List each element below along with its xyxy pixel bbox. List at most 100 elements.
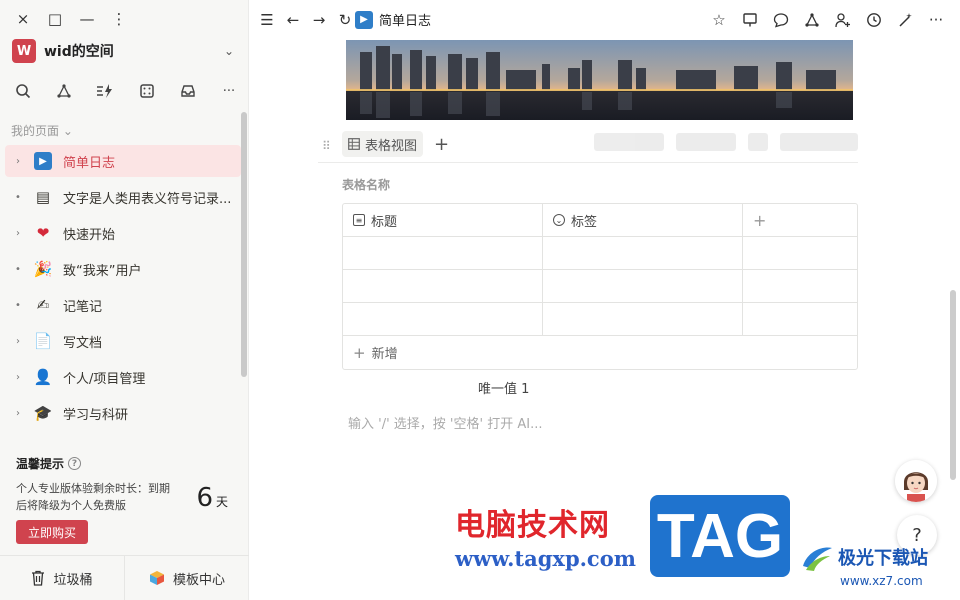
text-field-icon: ≡ bbox=[353, 214, 365, 226]
assistant-avatar[interactable] bbox=[895, 460, 937, 502]
days-unit: 天 bbox=[215, 495, 228, 509]
sidebar-item-to-users[interactable]: • 🎉 致“我来”用户 bbox=[5, 253, 241, 285]
chevron-down-icon: ⌄ bbox=[223, 44, 234, 58]
magic-icon[interactable] bbox=[895, 10, 915, 30]
view-tab-label: 表格视图 bbox=[365, 138, 418, 154]
templates-button[interactable]: 模板中心 bbox=[125, 556, 249, 600]
more-icon[interactable]: ··· bbox=[926, 10, 946, 30]
jiguang-url: www.xz7.com bbox=[840, 574, 923, 588]
graph-icon[interactable] bbox=[802, 10, 822, 30]
refresh-icon[interactable]: ↻ bbox=[336, 10, 354, 30]
trash-button[interactable]: 垃圾桶 bbox=[0, 556, 125, 600]
days-number: 6 bbox=[196, 483, 213, 513]
section-my-pages[interactable]: 我的页面 ⌄ bbox=[11, 122, 73, 139]
close-icon[interactable]: × bbox=[14, 10, 32, 28]
table-cell[interactable] bbox=[343, 303, 543, 335]
sidebar-item-label: 文字是人类用表义符号记录... bbox=[63, 191, 232, 207]
jiguang-logo: 极光下载站 bbox=[800, 542, 928, 572]
jiguang-icon bbox=[803, 547, 832, 571]
menu-icon[interactable]: ☰ bbox=[258, 10, 276, 30]
sidebar-item-quick-start[interactable]: › ❤ 快速开始 bbox=[5, 217, 241, 249]
table-name[interactable]: 表格名称 bbox=[342, 176, 390, 193]
expand-icon[interactable]: › bbox=[11, 228, 25, 239]
play-icon: ▶ bbox=[355, 10, 373, 29]
sidebar-item-project[interactable]: › 👤 个人/项目管理 bbox=[5, 361, 241, 393]
back-icon[interactable]: ← bbox=[284, 10, 302, 30]
table-cell[interactable] bbox=[743, 270, 857, 302]
share-user-icon[interactable] bbox=[833, 10, 853, 30]
main-scrollbar[interactable] bbox=[950, 290, 956, 480]
select-field-icon: ⌄ bbox=[553, 214, 565, 226]
more-icon[interactable]: ··· bbox=[218, 80, 240, 102]
workspace-switcher[interactable]: W wid的空间 ⌄ bbox=[12, 38, 234, 64]
breadcrumb-title: 简单日志 bbox=[379, 14, 432, 29]
table-cell[interactable] bbox=[343, 270, 543, 302]
expand-icon[interactable]: › bbox=[11, 336, 25, 347]
more-vertical-icon[interactable]: ⋮ bbox=[110, 10, 128, 28]
history-icon[interactable] bbox=[864, 10, 884, 30]
column-header-title[interactable]: ≡ 标题 bbox=[343, 204, 543, 236]
breadcrumb[interactable]: ▶ 简单日志 bbox=[355, 10, 431, 29]
tab-table-view[interactable]: 表格视图 bbox=[342, 131, 424, 157]
table-cell[interactable] bbox=[743, 237, 857, 269]
writing-hand-icon: ✍ bbox=[36, 296, 50, 314]
assistant-face-icon bbox=[895, 460, 937, 502]
faded-tool bbox=[594, 133, 664, 151]
star-icon[interactable]: ☆ bbox=[709, 10, 729, 30]
sidebar-item-label: 快速开始 bbox=[63, 227, 116, 243]
sidebar-item-study[interactable]: › 🎓 学习与科研 bbox=[5, 397, 241, 429]
play-icon: ▶ bbox=[31, 150, 55, 172]
dice-icon[interactable] bbox=[136, 80, 158, 102]
sidebar-item-label: 致“我来”用户 bbox=[63, 263, 142, 279]
table-row bbox=[343, 237, 857, 270]
inbox-icon[interactable] bbox=[177, 80, 199, 102]
topbar-actions: ☆ ··· bbox=[709, 10, 946, 30]
graduation-cap-icon: 🎓 bbox=[33, 404, 53, 422]
sidebar-item-text-doc[interactable]: • ▤ 文字是人类用表义符号记录... bbox=[5, 181, 241, 213]
maximize-icon[interactable]: □ bbox=[46, 10, 64, 28]
column-label: 标签 bbox=[571, 214, 598, 230]
graph-icon[interactable] bbox=[53, 80, 75, 102]
sidebar-scrollbar[interactable] bbox=[241, 112, 247, 377]
faded-tool bbox=[676, 133, 736, 151]
table-cell[interactable] bbox=[543, 270, 743, 302]
buy-now-button[interactable]: 立即购买 bbox=[16, 520, 88, 544]
table-cell[interactable] bbox=[543, 303, 743, 335]
sidebar-item-simple-log[interactable]: › ▶ 简单日志 bbox=[5, 145, 241, 177]
heart-icon: ❤ bbox=[36, 224, 50, 242]
present-icon[interactable] bbox=[740, 10, 760, 30]
minimize-icon[interactable]: — bbox=[78, 10, 96, 28]
person-icon: 👤 bbox=[33, 368, 53, 386]
data-table: ≡ 标题 ⌄ 标签 + + 新增 bbox=[342, 203, 858, 370]
sidebar-item-label: 个人/项目管理 bbox=[63, 371, 146, 387]
table-cell[interactable] bbox=[343, 237, 543, 269]
expand-icon[interactable]: › bbox=[11, 408, 25, 419]
expand-icon[interactable]: › bbox=[11, 372, 25, 383]
add-column-button[interactable]: + bbox=[743, 204, 857, 236]
table-cell[interactable] bbox=[743, 303, 857, 335]
sidebar-item-write-doc[interactable]: › 📄 写文档 bbox=[5, 325, 241, 357]
expand-icon[interactable]: › bbox=[11, 156, 25, 167]
column-header-tag[interactable]: ⌄ 标签 bbox=[543, 204, 743, 236]
section-label: 我的页面 bbox=[11, 124, 60, 138]
add-view-button[interactable]: + bbox=[434, 134, 449, 155]
editor-placeholder[interactable]: 输入 '/' 选择，按 '空格' 打开 AI... bbox=[348, 413, 542, 432]
unique-count[interactable]: 唯一值 1 bbox=[478, 378, 529, 397]
lightning-icon[interactable] bbox=[94, 80, 116, 102]
view-bar: ⠿ 表格视图 + bbox=[318, 131, 858, 163]
faded-tool bbox=[748, 133, 768, 151]
drag-handle-icon[interactable]: ⠿ bbox=[322, 139, 331, 153]
add-row-label: 新增 bbox=[371, 347, 398, 362]
sidebar-item-notes[interactable]: • ✍ 记笔记 bbox=[5, 289, 241, 321]
tip-title-text: 温馨提示 bbox=[16, 457, 65, 471]
sidebar-footer: 垃圾桶 模板中心 bbox=[0, 555, 249, 600]
sidebar-item-label: 写文档 bbox=[63, 335, 103, 351]
help-circle-icon[interactable]: ? bbox=[68, 457, 82, 470]
forward-icon[interactable]: → bbox=[310, 10, 328, 30]
comment-icon[interactable] bbox=[771, 10, 791, 30]
search-icon[interactable] bbox=[12, 80, 34, 102]
trash-label: 垃圾桶 bbox=[53, 572, 93, 588]
add-row-button[interactable]: + 新增 bbox=[343, 336, 857, 369]
table-cell[interactable] bbox=[543, 237, 743, 269]
workspace-name: wid的空间 bbox=[44, 44, 114, 60]
